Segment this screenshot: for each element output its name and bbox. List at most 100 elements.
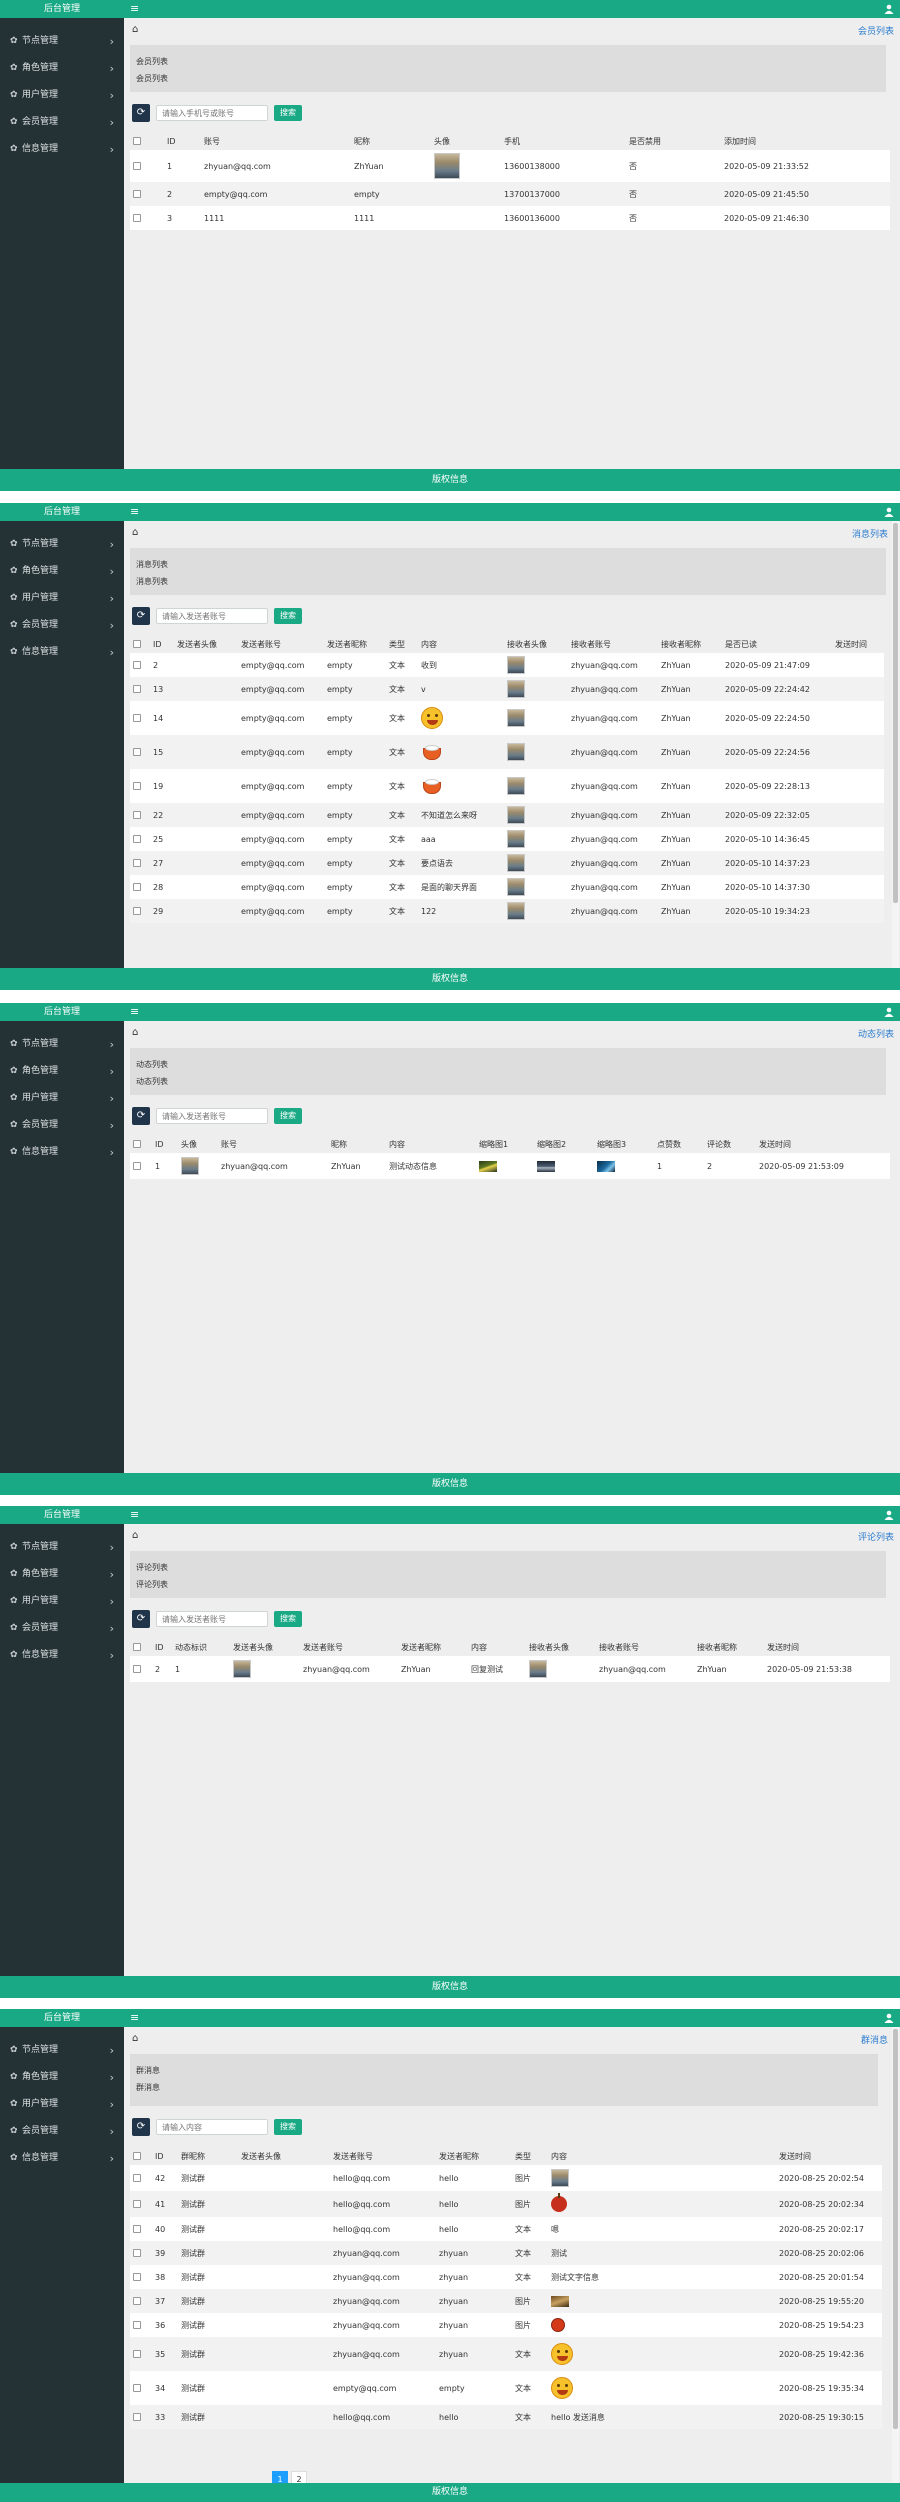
sidebar-item-info[interactable]: ✿ 信息管理 › [0,1642,124,1669]
row-checkbox[interactable] [133,214,141,222]
menu-toggle-icon[interactable]: ≡ [130,2009,139,2027]
table-row[interactable]: 38 测试群 zhyuan@qq.com zhyuan 文本 测试文字信息 2020-08-… [130,2265,882,2289]
sidebar-item-node[interactable]: ✿ 节点管理 › [0,1031,124,1058]
table-row[interactable]: 13 empty@qq.com empty 文本 v zhyuan@qq.com ZhYua… [130,677,884,701]
table-row[interactable]: 37 测试群 zhyuan@qq.com zhyuan 图片 2020-08-25 19:… [130,2289,882,2313]
sidebar-item-node[interactable]: ✿ 节点管理 › [0,28,124,55]
breadcrumb[interactable]: 评论列表 [858,1530,894,1543]
menu-toggle-icon[interactable]: ≡ [130,1506,139,1524]
search-input[interactable] [156,2119,268,2135]
row-checkbox[interactable] [133,2297,141,2305]
table-row[interactable]: 39 测试群 zhyuan@qq.com zhyuan 文本 测试 2020-08-25 2… [130,2241,882,2265]
row-checkbox[interactable] [133,2350,141,2358]
search-button[interactable]: 搜索 [274,105,302,121]
sidebar-item-info[interactable]: ✿ 信息管理 › [0,2145,124,2172]
sidebar-item-user[interactable]: ✿ 用户管理 › [0,1588,124,1615]
menu-toggle-icon[interactable]: ≡ [130,1003,139,1021]
row-checkbox[interactable] [133,1665,141,1673]
table-row[interactable]: 34 测试群 empty@qq.com empty 文本 2020-08-25 19:35… [130,2371,882,2405]
sidebar-item-node[interactable]: ✿ 节点管理 › [0,1534,124,1561]
sidebar-item-user[interactable]: ✿ 用户管理 › [0,2091,124,2118]
sidebar-item-user[interactable]: ✿ 用户管理 › [0,82,124,109]
refresh-button[interactable]: ⟳ [132,2118,150,2136]
table-row[interactable]: 2 1 zhyuan@qq.com ZhYuan 回复测试 zhyuan@qq.… [130,1656,890,1682]
row-checkbox[interactable] [133,2200,141,2208]
breadcrumb[interactable]: 群消息 [861,2033,888,2046]
refresh-button[interactable]: ⟳ [132,1610,150,1628]
row-checkbox[interactable] [133,190,141,198]
sidebar-item-member[interactable]: ✿ 会员管理 › [0,1112,124,1139]
table-row[interactable]: 40 测试群 hello@qq.com hello 文本 嗯 2020-08-25 20:0… [130,2217,882,2241]
refresh-button[interactable]: ⟳ [132,104,150,122]
scrollbar-thumb[interactable] [893,2029,898,2429]
sidebar-item-member[interactable]: ✿ 会员管理 › [0,1615,124,1642]
table-row[interactable]: 41 测试群 hello@qq.com hello 图片 2020-08-25 20:02… [130,2191,882,2217]
table-row[interactable]: 1 zhyuan@qq.com ZhYuan 测试动态信息 1 2 2020-0… [130,1153,890,1179]
sidebar-item-info[interactable]: ✿ 信息管理 › [0,136,124,163]
search-button[interactable]: 搜索 [274,2119,302,2135]
row-checkbox[interactable] [133,2384,141,2392]
thumbnail-image[interactable] [597,1160,615,1172]
breadcrumb[interactable]: 会员列表 [858,24,894,37]
row-checkbox[interactable] [133,2225,141,2233]
row-checkbox[interactable] [133,1162,141,1170]
select-all-checkbox[interactable] [133,2152,141,2160]
row-checkbox[interactable] [133,811,141,819]
image-content[interactable] [551,2169,569,2187]
row-checkbox[interactable] [133,907,141,915]
table-row[interactable]: 36 测试群 zhyuan@qq.com zhyuan 图片 2020-08-25 19:… [130,2313,882,2337]
vertical-scrollbar[interactable] [892,521,899,968]
row-checkbox[interactable] [133,835,141,843]
table-row[interactable]: 28 empty@qq.com empty 文本 是面的聊天界面 zhyuan@qq.co… [130,875,884,899]
user-icon[interactable] [884,507,894,517]
table-row[interactable]: 2 empty@qq.com empty 13700137000 否 2020-… [130,182,890,206]
search-input[interactable] [156,608,268,624]
table-row[interactable]: 14 empty@qq.com empty 文本 zhyuan@qq.com ZhYuan… [130,701,884,735]
table-row[interactable]: 35 测试群 zhyuan@qq.com zhyuan 文本 2020-08-25 19:… [130,2337,882,2371]
table-row[interactable]: 3 1111 1111 13600136000 否 2020-05-09 21:… [130,206,890,230]
table-row[interactable]: 2 empty@qq.com empty 文本 收到 zhyuan@qq.com ZhYua… [130,653,884,677]
breadcrumb[interactable]: 消息列表 [852,527,888,540]
table-row[interactable]: 33 测试群 hello@qq.com hello 文本 hello 发送消息 2020-0… [130,2405,882,2429]
user-icon[interactable] [884,4,894,14]
row-checkbox[interactable] [133,859,141,867]
refresh-button[interactable]: ⟳ [132,607,150,625]
user-icon[interactable] [884,1007,894,1017]
table-row[interactable]: 22 empty@qq.com empty 文本 不知道怎么来呀 zhyuan@qq.co… [130,803,884,827]
search-button[interactable]: 搜索 [274,608,302,624]
sidebar-item-role[interactable]: ✿ 角色管理 › [0,1058,124,1085]
table-row[interactable]: 25 empty@qq.com empty 文本 aaa zhyuan@qq.com ZhY… [130,827,884,851]
search-input[interactable] [156,105,268,121]
row-checkbox[interactable] [133,2321,141,2329]
select-all-checkbox[interactable] [133,1643,141,1651]
image-content[interactable] [551,2295,569,2307]
row-checkbox[interactable] [133,661,141,669]
breadcrumb[interactable]: 动态列表 [858,1027,894,1040]
user-icon[interactable] [884,1510,894,1520]
sidebar-item-member[interactable]: ✿ 会员管理 › [0,612,124,639]
row-checkbox[interactable] [133,2413,141,2421]
home-icon[interactable]: ⌂ [132,1027,138,1038]
table-row[interactable]: 19 empty@qq.com empty 文本 zhyuan@qq.com ZhYuan… [130,769,884,803]
thumbnail-image[interactable] [537,1160,555,1172]
thumbnail-image[interactable] [479,1160,497,1172]
search-button[interactable]: 搜索 [274,1611,302,1627]
table-row[interactable]: 27 empty@qq.com empty 文本 要点语去 zhyuan@qq.com Zh… [130,851,884,875]
row-checkbox[interactable] [133,782,141,790]
search-input[interactable] [156,1108,268,1124]
search-button[interactable]: 搜索 [274,1108,302,1124]
sidebar-item-role[interactable]: ✿ 角色管理 › [0,2064,124,2091]
home-icon[interactable]: ⌂ [132,1530,138,1541]
user-icon[interactable] [884,2013,894,2023]
table-row[interactable]: 1 zhyuan@qq.com ZhYuan 13600138000 否 202… [130,150,890,182]
table-row[interactable]: 15 empty@qq.com empty 文本 zhyuan@qq.com ZhYuan… [130,735,884,769]
sidebar-item-info[interactable]: ✿ 信息管理 › [0,639,124,666]
sidebar-item-user[interactable]: ✿ 用户管理 › [0,1085,124,1112]
row-checkbox[interactable] [133,883,141,891]
sidebar-item-role[interactable]: ✿ 角色管理 › [0,1561,124,1588]
apple-icon[interactable] [551,2193,567,2212]
row-checkbox[interactable] [133,2273,141,2281]
sidebar-item-user[interactable]: ✿ 用户管理 › [0,585,124,612]
select-all-checkbox[interactable] [133,137,141,145]
sidebar-item-member[interactable]: ✿ 会员管理 › [0,109,124,136]
